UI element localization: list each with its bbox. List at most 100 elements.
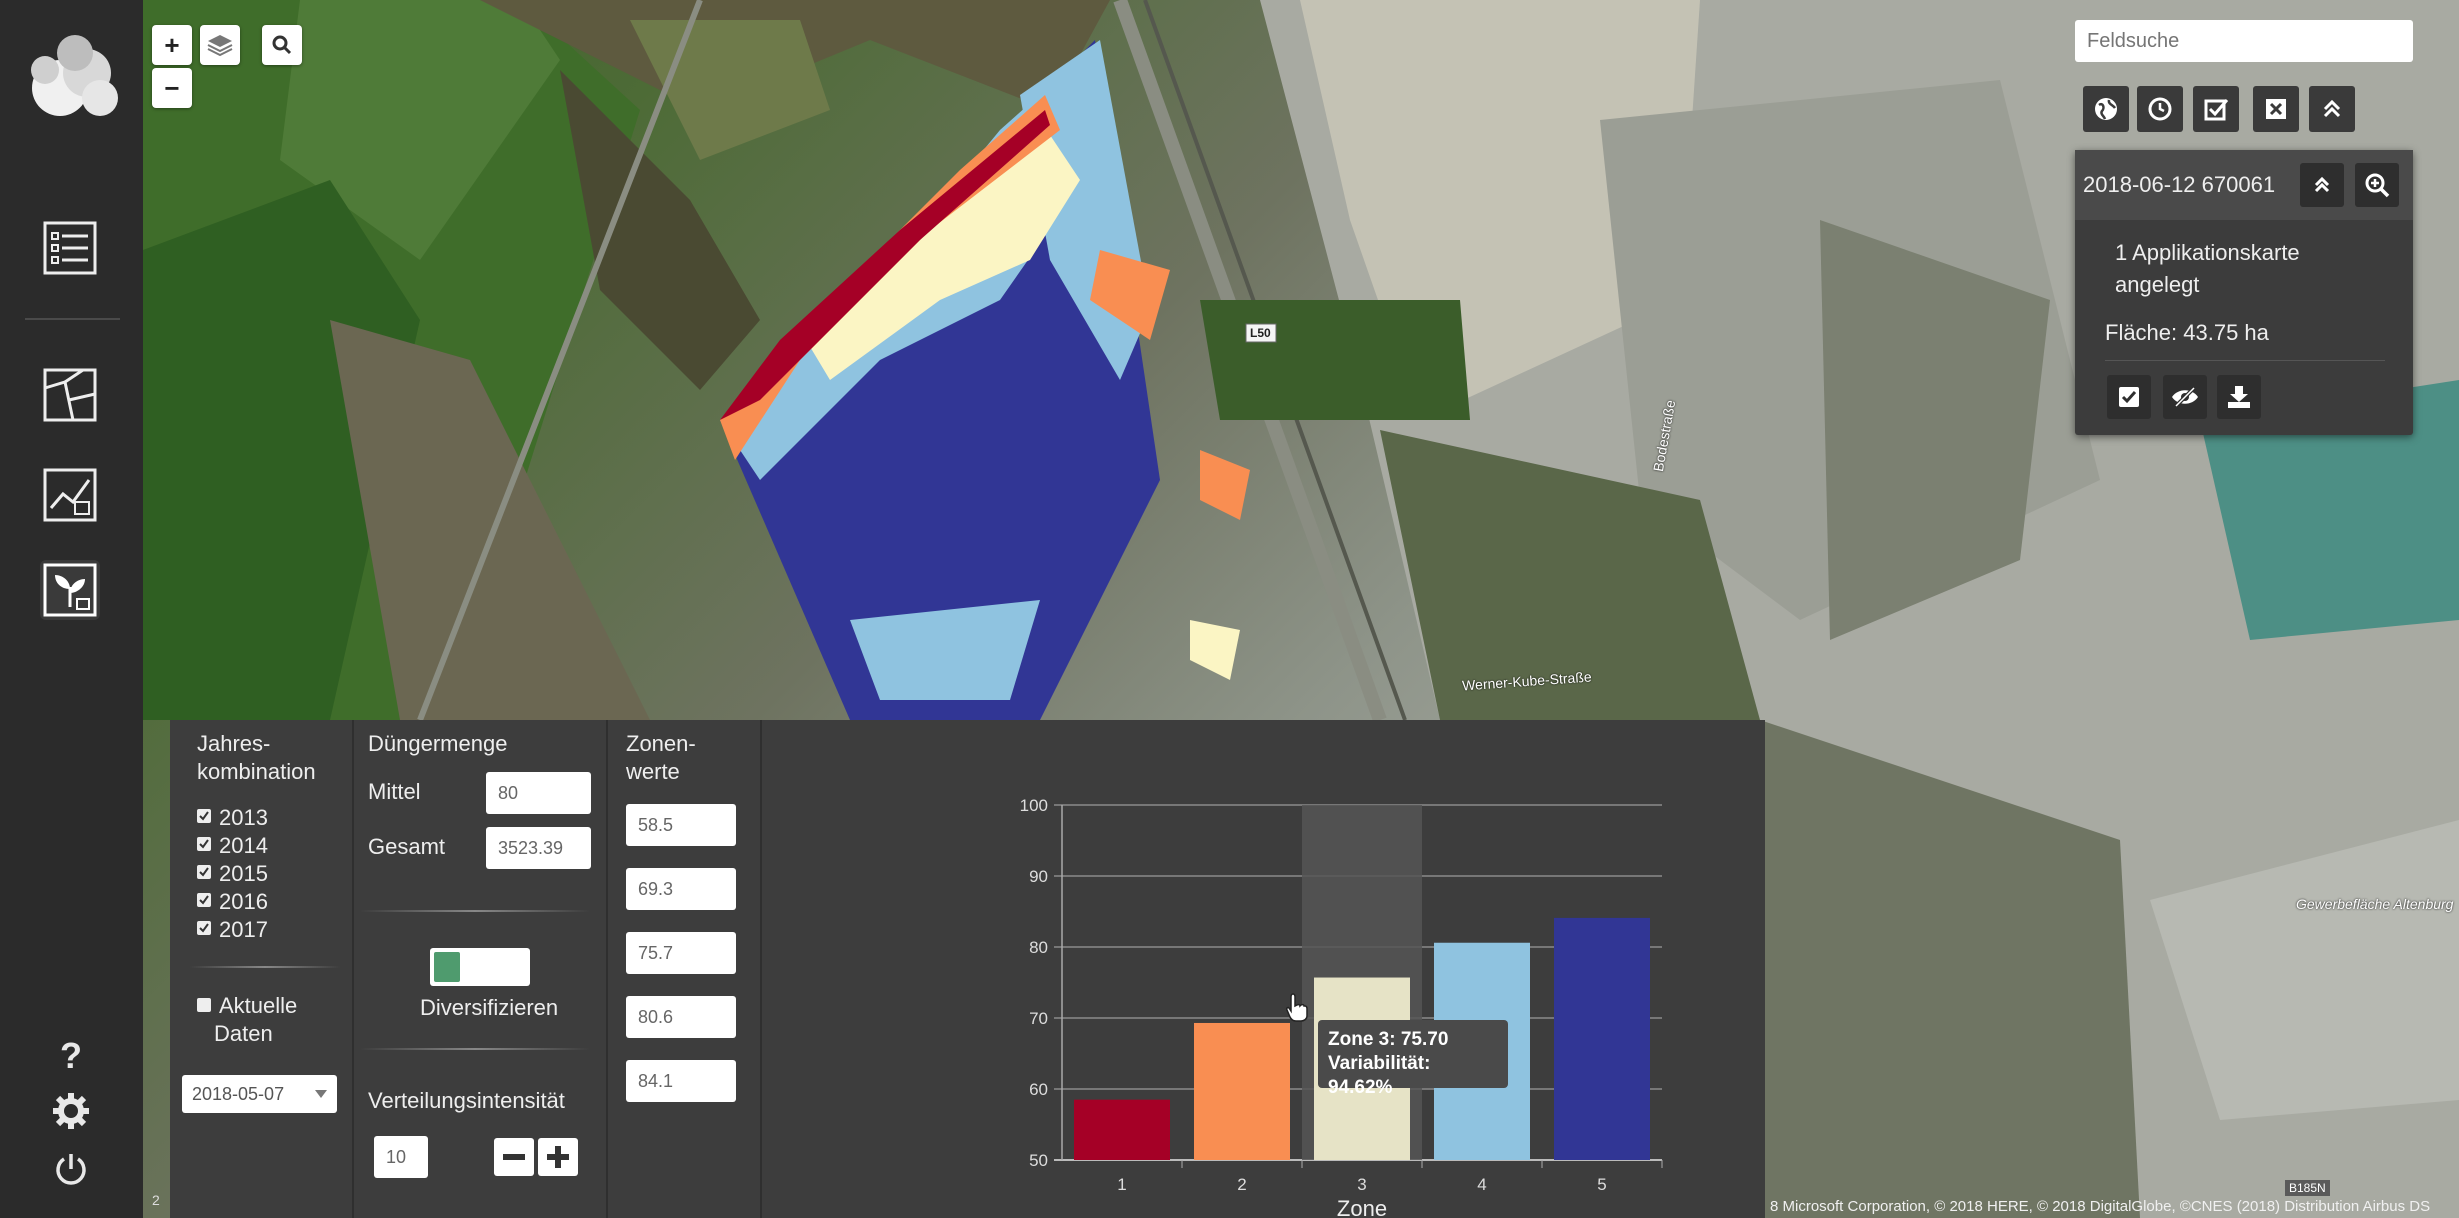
- diversify-toggle[interactable]: [430, 948, 530, 986]
- fields-button[interactable]: [40, 365, 100, 425]
- fertilization-button[interactable]: [40, 560, 100, 620]
- road-label-b185: B185N: [2285, 1180, 2330, 1196]
- chart-x-tick-label: 3: [1357, 1175, 1366, 1194]
- field-info-title: 2018-06-12 670061: [2083, 172, 2276, 197]
- current-data-label-2: Daten: [214, 1021, 273, 1046]
- chart-y-tick-label: 100: [1020, 796, 1048, 815]
- info-divider: [2105, 360, 2385, 361]
- divider: [190, 966, 340, 968]
- checkbox-checked-icon: [197, 809, 211, 823]
- column-divider: [606, 720, 608, 1218]
- zoom-in-button[interactable]: +: [152, 25, 192, 65]
- checkbox-unchecked-icon: [197, 998, 211, 1012]
- zoom-in-icon: [2365, 173, 2390, 198]
- zoom-out-button[interactable]: −: [152, 68, 192, 108]
- zone-value-input-5[interactable]: 84.1: [626, 1060, 736, 1102]
- eye-slash-icon: [2172, 386, 2198, 408]
- info-area: Fläche: 43.75 ha: [2105, 320, 2269, 345]
- gesamt-input[interactable]: 3523.39: [486, 827, 591, 869]
- zonen-title-2: werte: [626, 759, 680, 784]
- chevron-double-up-icon: [2314, 176, 2330, 193]
- decrease-button[interactable]: [494, 1138, 534, 1176]
- download-icon: [2228, 386, 2250, 408]
- plus-icon: [547, 1146, 569, 1168]
- globe-icon: [2095, 98, 2117, 120]
- list-icon: [43, 221, 97, 275]
- analysis-button[interactable]: [40, 465, 100, 525]
- chart-bar-zone-1[interactable]: [1074, 1099, 1170, 1160]
- globe-button[interactable]: [2083, 86, 2129, 132]
- info-zoom-button[interactable]: [2355, 163, 2399, 207]
- chart-bar-zone-2[interactable]: [1194, 1022, 1290, 1160]
- tooltip-line-2: Variabilität: 94.62%: [1328, 1053, 1431, 1098]
- toggle-knob: [434, 952, 460, 982]
- year-label: 2016: [219, 889, 268, 914]
- info-line-1: 1 Applikationskarte: [2115, 240, 2300, 265]
- area-label: Gewerbefläche Altenburg: [2296, 896, 2454, 912]
- checkbox-checked-icon: [197, 921, 211, 935]
- zone-value-input-4[interactable]: 80.6: [626, 996, 736, 1038]
- clock-icon: [2148, 97, 2172, 121]
- verteilung-input[interactable]: 10: [374, 1136, 428, 1178]
- layers-button[interactable]: [200, 25, 240, 65]
- increase-button[interactable]: [538, 1138, 578, 1176]
- deselect-button[interactable]: [2253, 86, 2299, 132]
- select-button[interactable]: [2193, 86, 2239, 132]
- gesamt-label: Gesamt: [368, 834, 446, 859]
- power-icon[interactable]: [50, 1148, 92, 1190]
- road-label-l50: L50: [1250, 326, 1271, 340]
- caret-down-icon: [315, 1090, 327, 1098]
- divider: [360, 1048, 590, 1050]
- checkbox-checked-icon: [197, 865, 211, 879]
- checkbox-checked-icon: [197, 893, 211, 907]
- field-info-panel: 2018-06-12 670061 1 Applikationskarte an…: [2075, 150, 2413, 435]
- hand-cursor-icon: [1286, 993, 1308, 1022]
- field-search-input[interactable]: [2075, 20, 2413, 62]
- chart-x-tick-label: 5: [1597, 1175, 1606, 1194]
- year-label: 2017: [219, 917, 268, 942]
- minus-icon: [503, 1154, 525, 1160]
- chevron-double-up-icon: [2323, 99, 2341, 118]
- info-collapse-button[interactable]: [2300, 163, 2344, 207]
- field-info-header: 2018-06-12 670061: [2075, 150, 2413, 220]
- info-hide-button[interactable]: [2163, 375, 2207, 419]
- fertilizer-panel: Jahres- kombination 2013 2014 2015 2016 …: [170, 720, 1765, 1218]
- zonen-title-1: Zonen-: [626, 731, 696, 756]
- chart-y-tick-label: 90: [1029, 867, 1048, 886]
- zone-value-input-2[interactable]: 69.3: [626, 868, 736, 910]
- chart-x-tick-label: 1: [1117, 1175, 1126, 1194]
- duenger-title: Düngermenge: [368, 731, 508, 756]
- info-line-2: angelegt: [2115, 272, 2200, 297]
- chart-y-tick-label: 80: [1029, 938, 1048, 957]
- map-copyright: 8 Microsoft Corporation, © 2018 HERE, © …: [1770, 1198, 2431, 1215]
- diversify-label: Diversifizieren: [420, 995, 559, 1020]
- tooltip-line-1: Zone 3: 75.70: [1328, 1029, 1449, 1050]
- checkbox-checked-icon: [197, 837, 211, 851]
- zone-value-input-3[interactable]: 75.7: [626, 932, 736, 974]
- sidebar: ?: [0, 0, 143, 1218]
- checkbox-icon: [2204, 99, 2229, 121]
- chart-x-axis-label: Zone: [1337, 1196, 1387, 1218]
- app-logo: [15, 28, 125, 128]
- mittel-input[interactable]: 80: [486, 772, 591, 814]
- history-button[interactable]: [2137, 86, 2183, 132]
- settings-icon[interactable]: [50, 1090, 92, 1132]
- year-label: 2014: [219, 833, 268, 858]
- chart-line-icon: [43, 468, 97, 522]
- help-icon[interactable]: ?: [50, 1035, 92, 1077]
- map-attribution: 2: [152, 1192, 160, 1208]
- current-data-label-1: Aktuelle: [219, 993, 298, 1018]
- layers-icon: [207, 35, 233, 57]
- zone-bar-chart: 50 60 70 80 90 100 1 2 3 4 5 Zone: [1020, 796, 1663, 1218]
- chart-x-tick-label: 4: [1477, 1175, 1486, 1194]
- date-select-value: 2018-05-07: [192, 1083, 285, 1104]
- column-divider: [352, 720, 354, 1218]
- date-select[interactable]: 2018-05-07: [182, 1075, 337, 1113]
- zone-value-input-1[interactable]: 58.5: [626, 804, 736, 846]
- chart-bar-zone-5[interactable]: [1554, 917, 1650, 1160]
- map-search-button[interactable]: [262, 25, 302, 65]
- info-download-button[interactable]: [2217, 375, 2261, 419]
- collapse-button[interactable]: [2309, 86, 2355, 132]
- info-check-button[interactable]: [2107, 375, 2151, 419]
- list-menu-button[interactable]: [40, 218, 100, 278]
